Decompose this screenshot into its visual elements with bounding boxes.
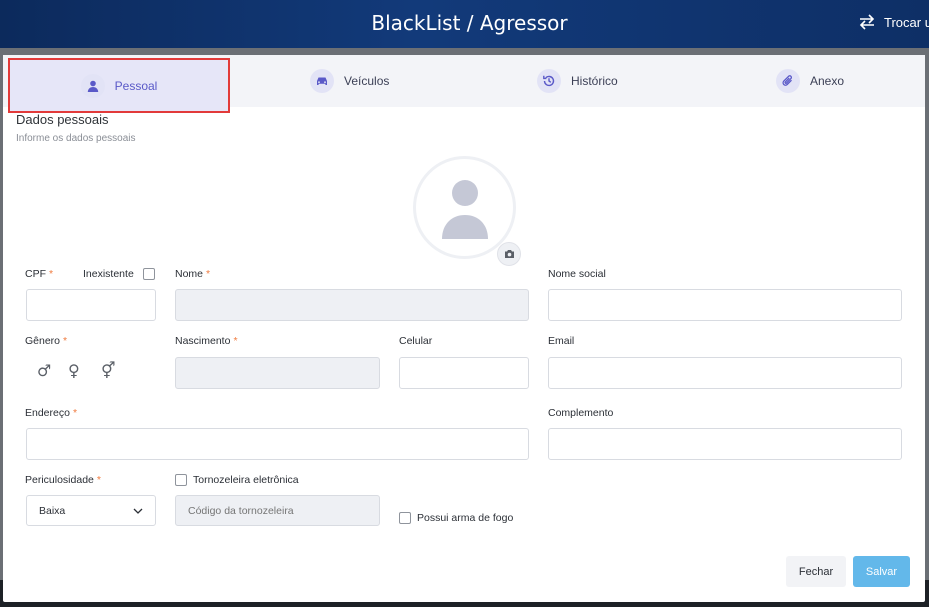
- endereco-label: Endereço *: [25, 407, 78, 419]
- avatar-placeholder-icon: [442, 180, 488, 239]
- chevron-down-icon: [133, 508, 143, 514]
- switch-user-button[interactable]: Trocar u: [858, 14, 929, 30]
- app-header: BlackList / Agressor Trocar u: [0, 0, 929, 48]
- tornozeleira-code-input[interactable]: [175, 495, 380, 526]
- nascimento-label: Nascimento *: [175, 335, 238, 347]
- tab-anexo[interactable]: Anexo: [776, 55, 844, 107]
- car-icon: [310, 69, 334, 93]
- upload-photo-button[interactable]: [497, 242, 521, 266]
- inexistente-checkbox[interactable]: [143, 268, 155, 280]
- agressor-modal: Pessoal Veículos Histórico Anexo Dados p…: [3, 55, 925, 602]
- tab-label: Anexo: [810, 74, 845, 88]
- tab-label: Veículos: [344, 74, 390, 88]
- user-icon: [80, 73, 105, 98]
- switch-user-label: Trocar u: [884, 14, 929, 30]
- section-subtitle: Informe os dados pessoais: [16, 133, 136, 144]
- section-title: Dados pessoais: [16, 112, 109, 127]
- complemento-input[interactable]: [548, 428, 902, 460]
- periculosidade-label: Periculosidade *: [25, 474, 101, 486]
- cpf-label: CPF *: [25, 268, 54, 280]
- celular-label: Celular: [399, 335, 433, 347]
- arma-label: Possui arma de fogo: [417, 512, 514, 524]
- other-gender-icon[interactable]: ⚥: [101, 361, 115, 380]
- inexistente-label: Inexistente: [83, 268, 134, 280]
- periculosidade-value: Baixa: [39, 504, 66, 517]
- nascimento-input[interactable]: [175, 357, 380, 389]
- celular-input[interactable]: [399, 357, 529, 389]
- camera-icon: [504, 250, 514, 258]
- swap-icon: [859, 14, 875, 30]
- email-input[interactable]: [548, 357, 902, 389]
- nome-input[interactable]: [175, 289, 529, 321]
- arma-checkbox[interactable]: [399, 512, 411, 524]
- complemento-label: Complemento: [548, 407, 614, 419]
- tab-bar: Pessoal Veículos Histórico Anexo: [3, 55, 925, 113]
- history-icon: [537, 69, 561, 93]
- paperclip-icon: [776, 69, 800, 93]
- avatar: [413, 156, 516, 259]
- tornozeleira-label: Tornozeleira eletrônica: [193, 474, 299, 486]
- cpf-input[interactable]: [26, 289, 156, 321]
- tornozeleira-checkbox[interactable]: [175, 474, 187, 486]
- tab-historico[interactable]: Histórico: [537, 55, 618, 107]
- periculosidade-select[interactable]: Baixa: [26, 495, 156, 526]
- tab-veiculos[interactable]: Veículos: [310, 55, 389, 107]
- close-button[interactable]: Fechar: [786, 556, 846, 587]
- tab-pessoal[interactable]: Pessoal: [8, 58, 230, 113]
- email-label: Email: [548, 335, 575, 347]
- male-icon[interactable]: ♂: [37, 361, 51, 380]
- endereco-input[interactable]: [26, 428, 529, 460]
- nome-label: Nome *: [175, 268, 211, 280]
- female-icon[interactable]: ♀: [68, 361, 80, 380]
- save-button[interactable]: Salvar: [853, 556, 910, 587]
- genero-label: Gênero *: [25, 335, 68, 347]
- tab-label: Pessoal: [114, 78, 158, 93]
- nome-social-input[interactable]: [548, 289, 902, 321]
- nome-social-label: Nome social: [548, 268, 606, 280]
- page-title: BlackList / Agressor: [371, 11, 568, 35]
- tab-label: Histórico: [571, 74, 618, 88]
